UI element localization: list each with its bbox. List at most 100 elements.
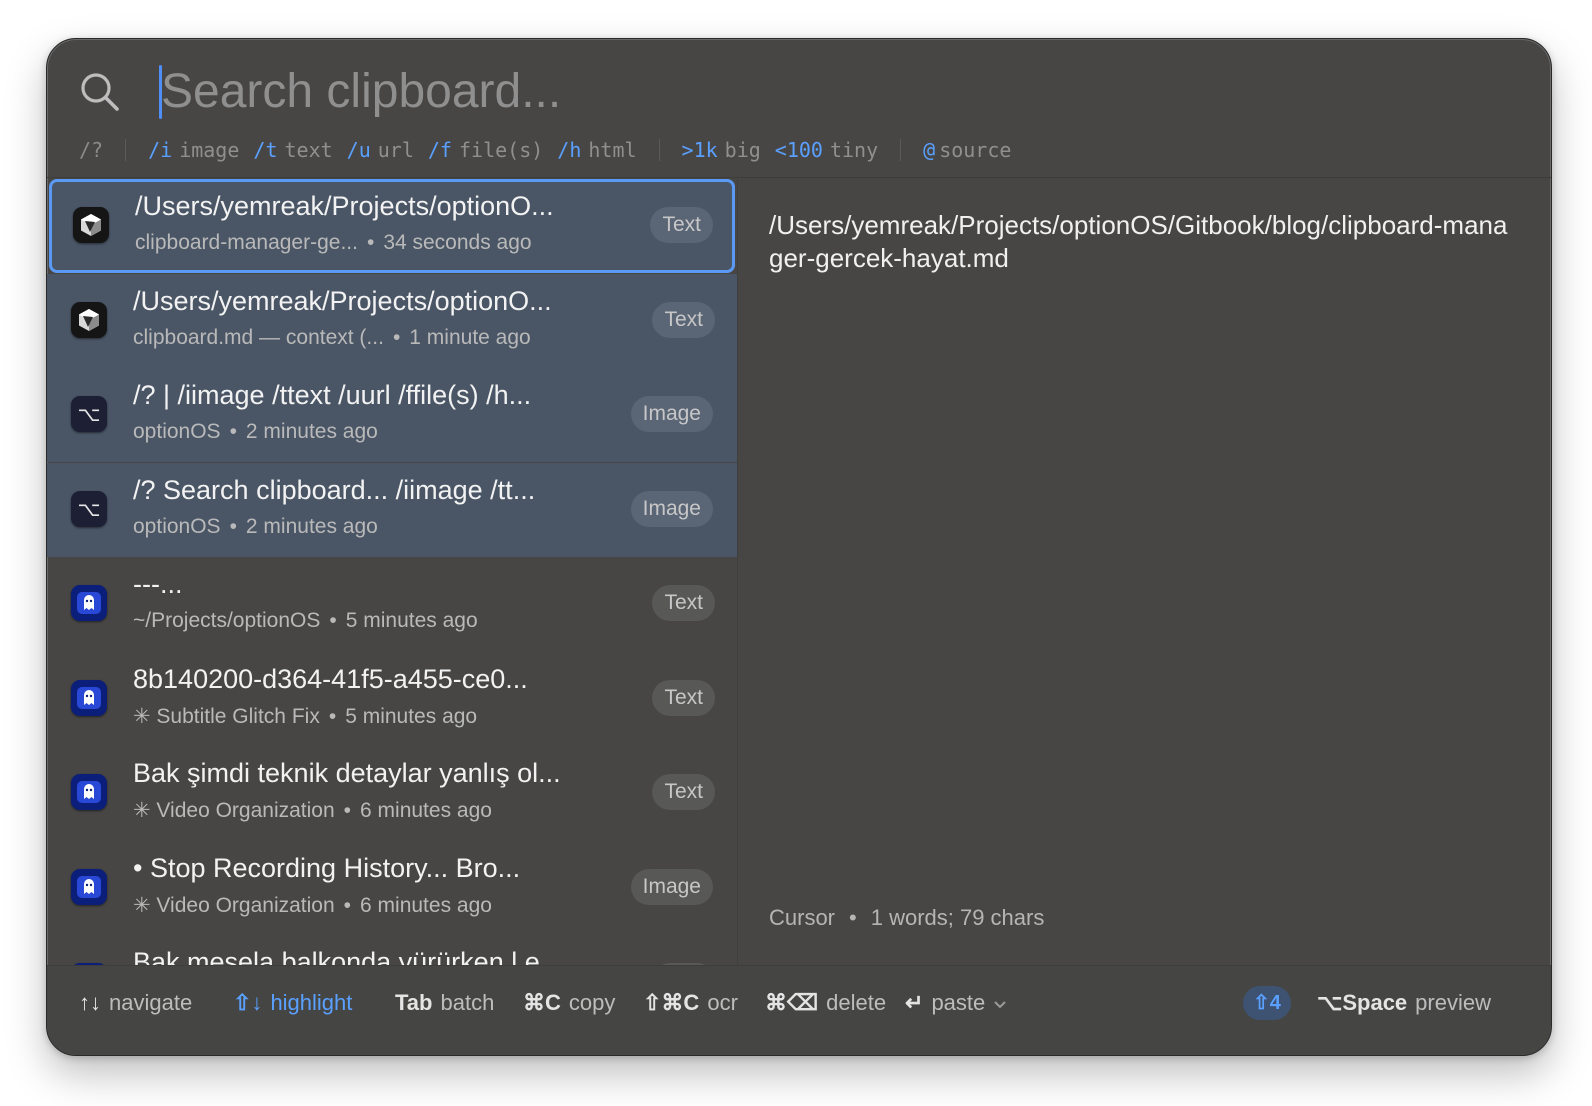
clipboard-item[interactable]: 8b140200-d364-41f5-a455-ce0... ✳ Subtitle… <box>47 652 737 746</box>
shortcut-highlight[interactable]: ⇧↓ highlight <box>233 990 352 1016</box>
shortcut-key: ⌘⌫ <box>765 990 819 1015</box>
chevron-down-icon[interactable] <box>993 1000 1007 1010</box>
help-hint[interactable]: /? <box>79 138 103 162</box>
filter-hints: /? /i image /t text /u url /f file(s) /h html… <box>79 133 1025 167</box>
filter-big[interactable]: >1k big <box>682 138 761 162</box>
filter-label: source <box>939 138 1012 162</box>
cursor-app-icon <box>71 301 107 338</box>
shortcut-key: ↵ <box>905 990 924 1015</box>
filter-key: /u <box>346 138 371 162</box>
item-source: ✳ Video Organization <box>133 893 335 917</box>
shortcut-label: navigate <box>109 990 193 1015</box>
preview-content: /Users/yemreak/Projects/optionOS/Gitbook… <box>769 210 1508 273</box>
shortcut-key: ↑↓ <box>79 990 101 1015</box>
type-badge: Text <box>652 585 715 621</box>
type-badge: Text <box>652 301 715 338</box>
clipboard-item[interactable]: /Users/yemreak/Projects/optionO... clipbo… <box>47 273 737 368</box>
option-app-icon: ⌥ <box>71 490 107 527</box>
filter-key: /i <box>148 138 173 162</box>
shortcut-key: ⌘C <box>523 990 561 1015</box>
item-subtitle: ✳ Video Organization • 6 minutes ago <box>133 893 492 917</box>
clipboard-item[interactable]: /Users/yemreak/Projects/optionO... clipbo… <box>49 179 735 273</box>
filter-url[interactable]: /u url <box>347 138 414 162</box>
shortcut-ocr[interactable]: ⇧⌘C ocr <box>643 990 738 1016</box>
clipboard-list[interactable]: /Users/yemreak/Projects/optionO... clipbo… <box>47 179 737 965</box>
search-input[interactable] <box>161 59 1461 123</box>
hint-divider <box>125 139 127 161</box>
item-subtitle: clipboard.md — context (... • 1 minute ago <box>133 325 531 349</box>
filter-text[interactable]: /t text <box>253 138 332 162</box>
item-subtitle: clipboard-manager-ge... • 34 seconds ago <box>135 231 532 254</box>
clipboard-item[interactable]: Bak mesela balkonda yürürken l e...Text <box>47 935 737 965</box>
preview-meta: Cursor • 1 words; 79 chars <box>769 905 1045 930</box>
item-source: ✳ Video Organization <box>133 799 335 822</box>
shortcut-preview[interactable]: ⌥Space preview <box>1317 990 1491 1016</box>
type-badge: Text <box>652 774 715 810</box>
item-time: 34 seconds ago <box>383 231 532 254</box>
divider <box>737 179 738 967</box>
shortcut-label: copy <box>568 990 616 1015</box>
item-title: Bak mesela balkonda yürürken l e... <box>133 947 563 965</box>
item-time: 5 minutes ago <box>345 704 478 728</box>
shortcut-copy[interactable]: ⌘C copy <box>523 990 615 1016</box>
shortcut-label: highlight <box>270 990 353 1015</box>
item-time: 6 minutes ago <box>360 799 492 822</box>
filter-label: url <box>377 138 414 162</box>
type-badge: Text <box>652 679 715 716</box>
preview-stats: 1 words; 79 chars <box>870 905 1045 930</box>
item-title: 8b140200-d364-41f5-a455-ce0... <box>133 663 528 694</box>
filter-label: big <box>724 138 761 162</box>
clipboard-window: /? /iimage /ttext /uurl /ffile(s) /hhtml… <box>46 38 1552 1056</box>
clipboard-item[interactable]: ⌥ /? | /iimage /ttext /uurl /ffile(s) /h.… <box>47 368 737 462</box>
item-source: ~/Projects/optionOS <box>133 609 321 632</box>
filter-label: html <box>588 138 637 162</box>
shortcut-navigate[interactable]: ↑↓ navigate <box>79 990 192 1016</box>
item-title: /Users/yemreak/Projects/optionO... <box>133 285 552 316</box>
filter-label: file(s) <box>458 138 544 162</box>
item-time: 2 minutes ago <box>245 420 378 443</box>
option-app-icon: ⌥ <box>71 396 107 432</box>
item-subtitle: ✳ Video Organization • 6 minutes ago <box>133 799 492 822</box>
filter-key: >1k <box>681 138 718 162</box>
shortcut-key: Tab <box>395 990 433 1015</box>
item-time: 1 minute ago <box>409 325 531 349</box>
filter-tiny[interactable]: <100 tiny <box>775 138 878 162</box>
filter-image[interactable]: /i image <box>148 138 239 162</box>
filter-source[interactable]: @ source <box>923 138 1011 162</box>
item-title: /Users/yemreak/Projects/optionO... <box>135 191 554 221</box>
selected-count-badge: ⇧4 <box>1243 986 1291 1020</box>
shortcut-key: ⌥Space <box>1317 990 1408 1015</box>
item-subtitle: ✳ Subtitle Glitch Fix • 5 minutes ago <box>133 704 478 728</box>
type-badge: Image <box>630 396 713 432</box>
filter-files[interactable]: /f file(s) <box>428 138 543 162</box>
item-time: 2 minutes ago <box>245 514 378 538</box>
shortcut-batch[interactable]: Tab batch <box>395 990 494 1016</box>
item-title: Bak şimdi teknik detaylar yanlış ol... <box>133 758 561 788</box>
shortcut-label: delete <box>826 990 887 1015</box>
shortcut-label: paste <box>931 990 986 1015</box>
item-source: optionOS <box>133 514 221 538</box>
shortcut-delete[interactable]: ⌘⌫ delete <box>765 990 886 1016</box>
item-subtitle: optionOS • 2 minutes ago <box>133 514 378 538</box>
clipboard-item[interactable]: ---... ~/Projects/optionOS • 5 minutes ago T… <box>47 557 737 651</box>
hint-divider <box>658 139 660 161</box>
hint-divider <box>900 139 902 161</box>
filter-label: tiny <box>829 138 879 162</box>
item-time: 5 minutes ago <box>345 609 478 632</box>
shortcut-key: ⇧↓ <box>233 990 263 1015</box>
filter-key: /h <box>557 138 582 162</box>
preview-app: Cursor <box>769 905 836 930</box>
clipboard-item[interactable]: Bak şimdi teknik detaylar yanlış ol... ✳ … <box>47 746 737 840</box>
item-source: optionOS <box>133 420 221 443</box>
shortcut-label: preview <box>1415 990 1491 1015</box>
item-title: ---... <box>133 569 183 599</box>
ghost-app-icon <box>71 774 107 810</box>
text-caret <box>159 65 162 119</box>
clipboard-item[interactable]: ⌥ /? Search clipboard... /iimage /tt... op… <box>47 462 737 557</box>
type-badge: Text <box>650 207 713 243</box>
type-badge: Image <box>630 868 713 905</box>
filter-html[interactable]: /h html <box>557 138 636 162</box>
shortcut-paste[interactable]: ↵ paste <box>905 990 1007 1016</box>
item-source: ✳ Subtitle Glitch Fix <box>133 704 320 728</box>
clipboard-item[interactable]: • Stop Recording History... Bro... ✳ Vide… <box>47 841 737 935</box>
